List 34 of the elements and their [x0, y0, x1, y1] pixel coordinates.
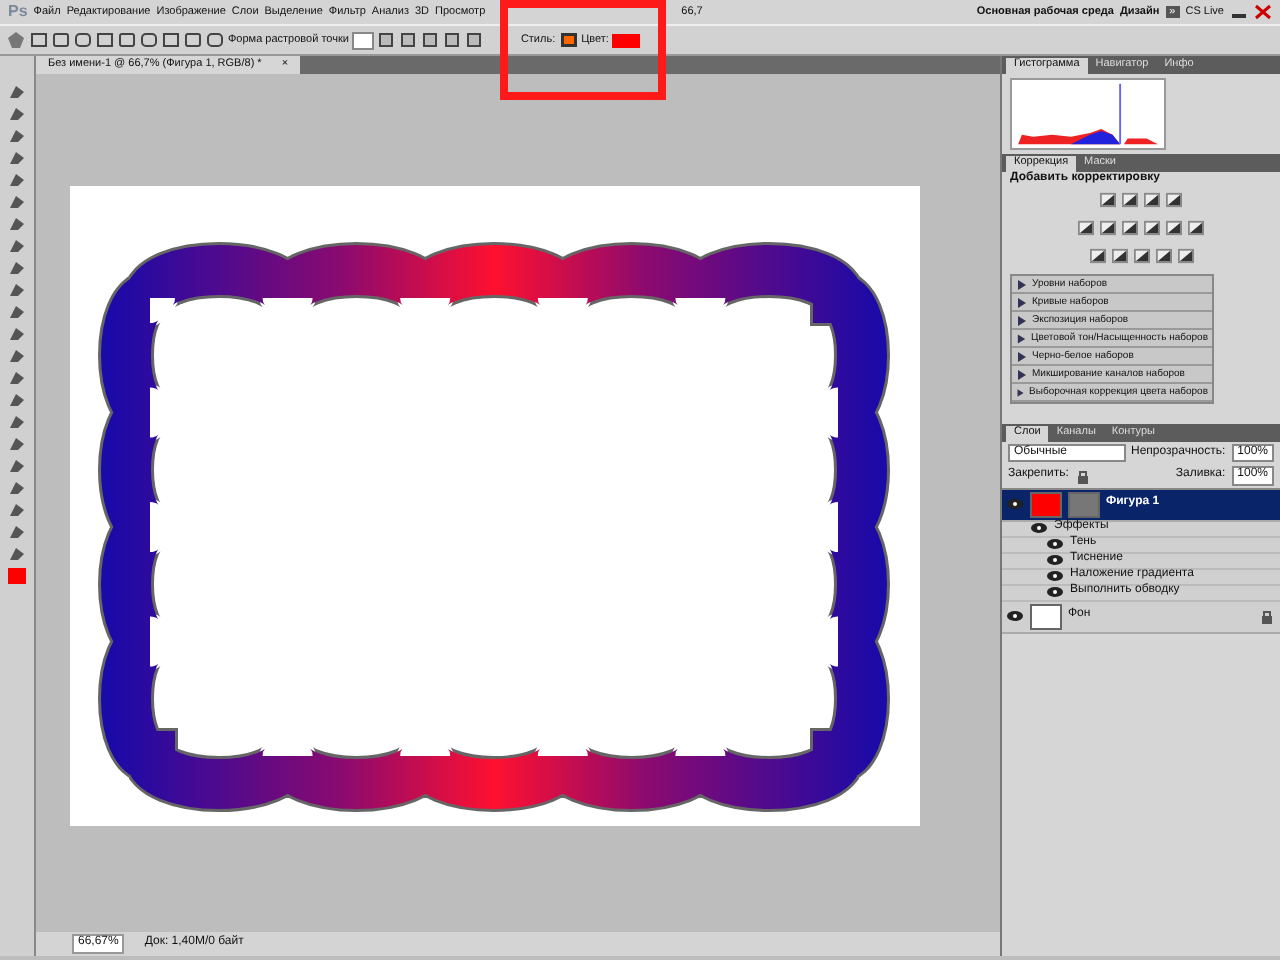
close-icon[interactable] [1254, 4, 1272, 20]
shape-tool-icon[interactable] [8, 32, 26, 48]
color-swatch[interactable] [612, 33, 641, 47]
adjustment-icon[interactable] [1111, 248, 1127, 265]
lock-icon[interactable] [1258, 608, 1276, 625]
layer-thumbnail [1030, 603, 1062, 630]
eye-icon[interactable] [1030, 520, 1048, 537]
eye-icon[interactable] [1046, 552, 1064, 569]
layer-thumbnail [1030, 491, 1062, 518]
adjustment-icon[interactable] [1166, 192, 1182, 209]
color-swatch[interactable] [8, 568, 26, 584]
eye-icon[interactable] [1046, 568, 1064, 585]
adjustment-icon[interactable] [1078, 220, 1094, 237]
adjustment-icon[interactable] [1166, 220, 1182, 237]
adjustment-icon[interactable] [1188, 220, 1204, 237]
adjustment-icon[interactable] [1089, 248, 1105, 265]
style-picker-icon[interactable] [559, 32, 578, 48]
app-logo: Ps [8, 2, 28, 22]
vector-mask-thumbnail [1068, 491, 1100, 518]
lock-icon[interactable] [1074, 467, 1093, 484]
eye-icon[interactable] [1006, 608, 1024, 625]
eye-icon[interactable] [1046, 584, 1064, 601]
adjustment-icon[interactable] [1133, 248, 1149, 265]
shape-picker[interactable] [352, 31, 375, 49]
adjustment-icon[interactable] [1144, 220, 1160, 237]
adjustment-icon[interactable] [1100, 220, 1116, 237]
adjustment-icon[interactable] [1100, 192, 1116, 209]
adjustment-icon[interactable] [1177, 248, 1193, 265]
adjustment-icon[interactable] [1144, 192, 1160, 209]
eye-icon[interactable] [1006, 496, 1024, 513]
adjustment-icon[interactable] [1122, 192, 1138, 209]
adjustment-icon[interactable] [1122, 220, 1138, 237]
eye-icon[interactable] [1046, 536, 1064, 553]
adjustment-icon[interactable] [1155, 248, 1171, 265]
